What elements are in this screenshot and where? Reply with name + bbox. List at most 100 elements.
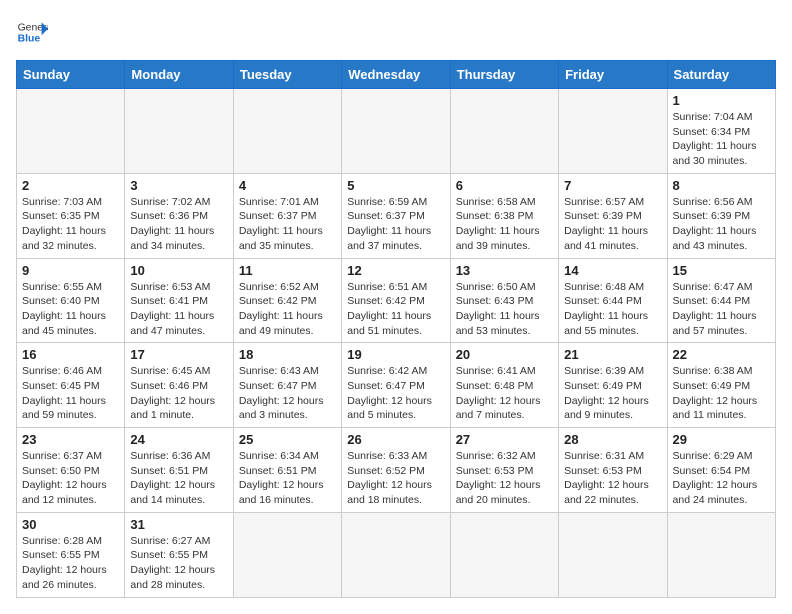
day-info: Sunrise: 6:45 AM Sunset: 6:46 PM Dayligh…	[130, 364, 227, 423]
day-info: Sunrise: 6:53 AM Sunset: 6:41 PM Dayligh…	[130, 280, 227, 339]
calendar-cell: 2 Sunrise: 7:03 AM Sunset: 6:35 PM Daylig…	[17, 173, 125, 258]
calendar-week-row: 9Sunrise: 6:55 AM Sunset: 6:40 PM Daylig…	[17, 258, 776, 343]
day-info: Sunrise: 6:27 AM Sunset: 6:55 PM Dayligh…	[130, 534, 227, 593]
calendar-cell: 10 Sunrise: 6:53 AM Sunset: 6:41 PM Dayli…	[125, 258, 233, 343]
calendar-cell: 8 Sunrise: 6:56 AM Sunset: 6:39 PM Daylig…	[667, 173, 775, 258]
day-header-tuesday: Tuesday	[233, 61, 341, 89]
day-header-monday: Monday	[125, 61, 233, 89]
day-info: Sunrise: 6:31 AM Sunset: 6:53 PM Dayligh…	[564, 449, 661, 508]
day-number: 13	[456, 263, 553, 278]
day-number: 28	[564, 432, 661, 447]
calendar-cell: 21 Sunrise: 6:39 AM Sunset: 6:49 PM Dayli…	[559, 343, 667, 428]
calendar-cell: 27 Sunrise: 6:32 AM Sunset: 6:53 PM Dayli…	[450, 428, 558, 513]
day-info: Sunrise: 6:51 AM Sunset: 6:42 PM Dayligh…	[347, 280, 444, 339]
day-info: Sunrise: 6:47 AM Sunset: 6:44 PM Dayligh…	[673, 280, 770, 339]
calendar-cell: 22Sunrise: 6:38 AM Sunset: 6:49 PM Dayli…	[667, 343, 775, 428]
calendar-cell: 6Sunrise: 6:58 AM Sunset: 6:38 PM Daylig…	[450, 173, 558, 258]
day-header-thursday: Thursday	[450, 61, 558, 89]
day-info: Sunrise: 7:03 AM Sunset: 6:35 PM Dayligh…	[22, 195, 119, 254]
day-number: 14	[564, 263, 661, 278]
calendar-cell: 26 Sunrise: 6:33 AM Sunset: 6:52 PM Dayli…	[342, 428, 450, 513]
calendar-header-row: SundayMondayTuesdayWednesdayThursdayFrid…	[17, 61, 776, 89]
calendar-cell	[559, 512, 667, 597]
calendar-cell	[17, 89, 125, 174]
calendar-cell: 20Sunrise: 6:41 AM Sunset: 6:48 PM Dayli…	[450, 343, 558, 428]
day-number: 4	[239, 178, 336, 193]
day-header-saturday: Saturday	[667, 61, 775, 89]
calendar: SundayMondayTuesdayWednesdayThursdayFrid…	[16, 60, 776, 598]
day-number: 29	[673, 432, 770, 447]
day-number: 11	[239, 263, 336, 278]
day-number: 8	[673, 178, 770, 193]
calendar-cell: 17Sunrise: 6:45 AM Sunset: 6:46 PM Dayli…	[125, 343, 233, 428]
day-number: 3	[130, 178, 227, 193]
calendar-cell	[233, 512, 341, 597]
day-number: 22	[673, 347, 770, 362]
calendar-week-row: 30 Sunrise: 6:28 AM Sunset: 6:55 PM Dayli…	[17, 512, 776, 597]
calendar-week-row: 2 Sunrise: 7:03 AM Sunset: 6:35 PM Daylig…	[17, 173, 776, 258]
day-number: 21	[564, 347, 661, 362]
calendar-cell	[667, 512, 775, 597]
calendar-cell: 7Sunrise: 6:57 AM Sunset: 6:39 PM Daylig…	[559, 173, 667, 258]
day-number: 15	[673, 263, 770, 278]
calendar-cell: 28 Sunrise: 6:31 AM Sunset: 6:53 PM Dayli…	[559, 428, 667, 513]
day-header-wednesday: Wednesday	[342, 61, 450, 89]
day-number: 7	[564, 178, 661, 193]
day-number: 25	[239, 432, 336, 447]
calendar-cell: 13 Sunrise: 6:50 AM Sunset: 6:43 PM Dayli…	[450, 258, 558, 343]
header: General Blue	[16, 16, 776, 48]
calendar-cell: 16 Sunrise: 6:46 AM Sunset: 6:45 PM Dayli…	[17, 343, 125, 428]
day-info: Sunrise: 6:48 AM Sunset: 6:44 PM Dayligh…	[564, 280, 661, 339]
day-info: Sunrise: 7:02 AM Sunset: 6:36 PM Dayligh…	[130, 195, 227, 254]
day-number: 27	[456, 432, 553, 447]
calendar-cell: 23Sunrise: 6:37 AM Sunset: 6:50 PM Dayli…	[17, 428, 125, 513]
calendar-week-row: 16 Sunrise: 6:46 AM Sunset: 6:45 PM Dayli…	[17, 343, 776, 428]
day-info: Sunrise: 6:52 AM Sunset: 6:42 PM Dayligh…	[239, 280, 336, 339]
calendar-cell: 25 Sunrise: 6:34 AM Sunset: 6:51 PM Dayli…	[233, 428, 341, 513]
calendar-cell: 30 Sunrise: 6:28 AM Sunset: 6:55 PM Dayli…	[17, 512, 125, 597]
day-info: Sunrise: 6:32 AM Sunset: 6:53 PM Dayligh…	[456, 449, 553, 508]
calendar-cell	[450, 512, 558, 597]
day-number: 31	[130, 517, 227, 532]
calendar-cell	[233, 89, 341, 174]
calendar-cell: 15 Sunrise: 6:47 AM Sunset: 6:44 PM Dayli…	[667, 258, 775, 343]
day-number: 2	[22, 178, 119, 193]
day-info: Sunrise: 6:50 AM Sunset: 6:43 PM Dayligh…	[456, 280, 553, 339]
day-info: Sunrise: 6:33 AM Sunset: 6:52 PM Dayligh…	[347, 449, 444, 508]
calendar-week-row: 1Sunrise: 7:04 AM Sunset: 6:34 PM Daylig…	[17, 89, 776, 174]
day-info: Sunrise: 6:46 AM Sunset: 6:45 PM Dayligh…	[22, 364, 119, 423]
day-number: 23	[22, 432, 119, 447]
day-number: 19	[347, 347, 444, 362]
calendar-cell	[342, 89, 450, 174]
day-info: Sunrise: 6:36 AM Sunset: 6:51 PM Dayligh…	[130, 449, 227, 508]
day-number: 12	[347, 263, 444, 278]
day-info: Sunrise: 6:39 AM Sunset: 6:49 PM Dayligh…	[564, 364, 661, 423]
day-info: Sunrise: 6:34 AM Sunset: 6:51 PM Dayligh…	[239, 449, 336, 508]
calendar-cell: 9Sunrise: 6:55 AM Sunset: 6:40 PM Daylig…	[17, 258, 125, 343]
logo: General Blue	[16, 16, 48, 48]
day-number: 9	[22, 263, 119, 278]
day-info: Sunrise: 6:56 AM Sunset: 6:39 PM Dayligh…	[673, 195, 770, 254]
svg-text:Blue: Blue	[18, 34, 41, 45]
calendar-cell: 4 Sunrise: 7:01 AM Sunset: 6:37 PM Daylig…	[233, 173, 341, 258]
calendar-cell	[559, 89, 667, 174]
calendar-cell: 11 Sunrise: 6:52 AM Sunset: 6:42 PM Dayli…	[233, 258, 341, 343]
day-number: 24	[130, 432, 227, 447]
day-number: 10	[130, 263, 227, 278]
calendar-cell: 31 Sunrise: 6:27 AM Sunset: 6:55 PM Dayli…	[125, 512, 233, 597]
day-info: Sunrise: 6:43 AM Sunset: 6:47 PM Dayligh…	[239, 364, 336, 423]
calendar-cell: 19Sunrise: 6:42 AM Sunset: 6:47 PM Dayli…	[342, 343, 450, 428]
day-info: Sunrise: 7:01 AM Sunset: 6:37 PM Dayligh…	[239, 195, 336, 254]
day-number: 1	[673, 93, 770, 108]
day-info: Sunrise: 6:28 AM Sunset: 6:55 PM Dayligh…	[22, 534, 119, 593]
day-number: 26	[347, 432, 444, 447]
calendar-cell	[125, 89, 233, 174]
calendar-cell	[342, 512, 450, 597]
calendar-cell: 3 Sunrise: 7:02 AM Sunset: 6:36 PM Daylig…	[125, 173, 233, 258]
calendar-cell: 29Sunrise: 6:29 AM Sunset: 6:54 PM Dayli…	[667, 428, 775, 513]
calendar-cell: 24 Sunrise: 6:36 AM Sunset: 6:51 PM Dayli…	[125, 428, 233, 513]
calendar-cell: 1Sunrise: 7:04 AM Sunset: 6:34 PM Daylig…	[667, 89, 775, 174]
day-number: 30	[22, 517, 119, 532]
day-info: Sunrise: 6:58 AM Sunset: 6:38 PM Dayligh…	[456, 195, 553, 254]
day-number: 16	[22, 347, 119, 362]
